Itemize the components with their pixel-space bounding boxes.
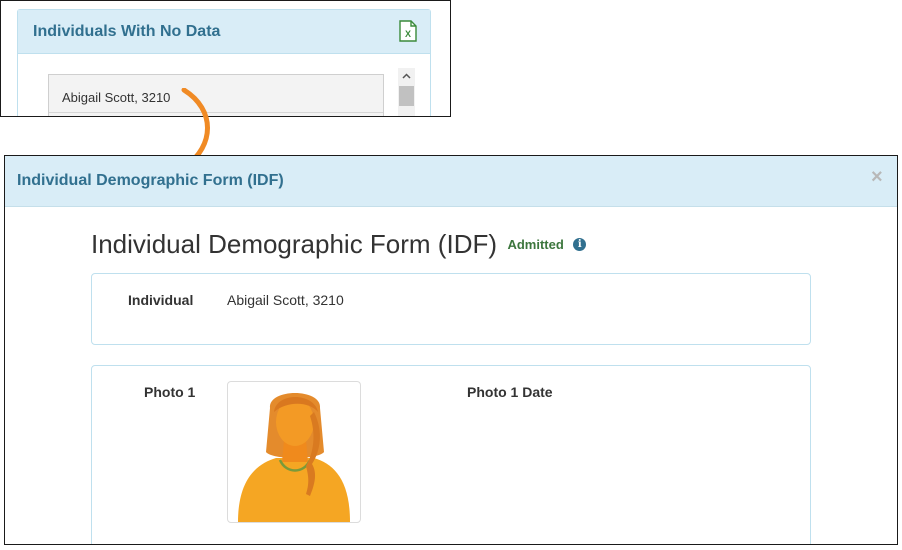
individual-value: Abigail Scott, 3210 [227,292,344,308]
excel-export-icon[interactable]: X [399,20,417,42]
individual-label: Individual [128,292,194,308]
photo-card: Photo 1 Photo 1 Date [91,365,811,544]
person-photo-icon [238,393,350,522]
info-icon[interactable]: i [573,238,587,251]
scroll-up-icon[interactable] [401,71,412,82]
list-item[interactable]: Abigail Scott, 3210 [49,75,383,113]
svg-text:X: X [405,29,411,39]
panel-title: Individuals With No Data [33,23,221,40]
no-data-clip: Individuals With No Data X Abigail Scott… [0,0,451,117]
list-scrollbar[interactable] [398,68,415,116]
close-icon[interactable]: × [871,167,883,187]
status-badge: Admitted [507,237,564,252]
photo-thumbnail[interactable] [227,381,361,523]
individuals-no-data-panel: Individuals With No Data X Abigail Scott… [17,9,431,116]
scroll-thumb[interactable] [399,86,414,106]
photo-label: Photo 1 [144,384,196,400]
page-title: Individual Demographic Form (IDF) [91,229,498,259]
modal-header: Individual Demographic Form (IDF) × [5,156,897,207]
panel-header: Individuals With No Data X [18,10,430,54]
form-heading: Individual Demographic Form (IDF) Admitt… [91,229,587,260]
idf-modal: Individual Demographic Form (IDF) × Indi… [4,155,898,545]
photo-date-label: Photo 1 Date [467,384,553,400]
individual-card: Individual Abigail Scott, 3210 [91,273,811,345]
no-data-list: Abigail Scott, 3210 [48,74,384,116]
modal-title: Individual Demographic Form (IDF) [17,172,284,189]
